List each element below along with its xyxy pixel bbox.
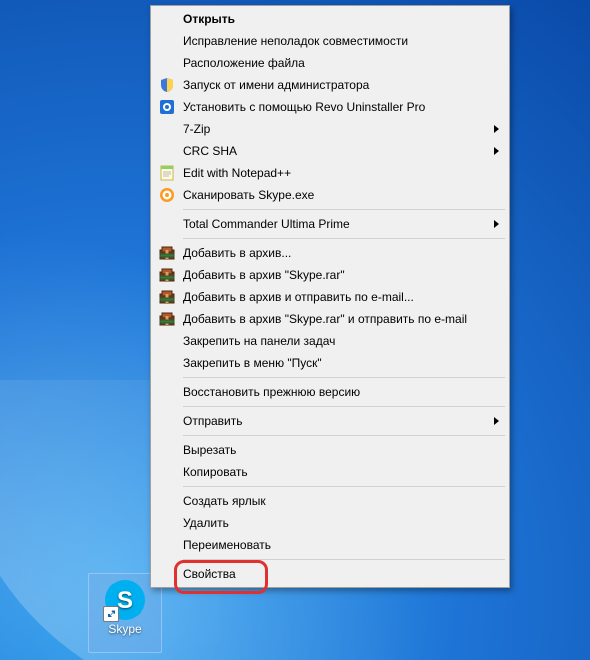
menu-item-label: Расположение файла	[183, 56, 305, 70]
menu-item-label: CRC SHA	[183, 144, 237, 158]
menu-item[interactable]: Открыть	[153, 8, 507, 30]
menu-item-label: Переименовать	[183, 538, 271, 552]
menu-item[interactable]: 7-Zip	[153, 118, 507, 140]
menu-item[interactable]: Сканировать Skype.exe	[153, 184, 507, 206]
menu-item[interactable]: Добавить в архив "Skype.rar"	[153, 264, 507, 286]
menu-item[interactable]: Удалить	[153, 512, 507, 534]
menu-item[interactable]: Отправить	[153, 410, 507, 432]
menu-item-label: Добавить в архив и отправить по e-mail..…	[183, 290, 414, 304]
menu-separator	[183, 209, 505, 210]
menu-item-label: Закрепить на панели задач	[183, 334, 335, 348]
winrar-icon	[159, 289, 175, 305]
menu-item-label: Открыть	[183, 12, 235, 26]
desktop: S Skype Открыть Исправление неполадок сов…	[0, 0, 590, 660]
menu-item-label: Запуск от имени администратора	[183, 78, 369, 92]
menu-separator	[183, 406, 505, 407]
menu-item[interactable]: Установить с помощью Revo Uninstaller Pr…	[153, 96, 507, 118]
menu-item-label: Создать ярлык	[183, 494, 266, 508]
menu-item-label: Добавить в архив...	[183, 246, 291, 260]
submenu-arrow-icon	[494, 220, 499, 228]
scan-icon	[159, 187, 175, 203]
menu-item-label: Восстановить прежнюю версию	[183, 385, 360, 399]
menu-item[interactable]: Свойства	[153, 563, 507, 585]
shortcut-arrow-icon	[103, 606, 119, 622]
menu-item-label: Total Commander Ultima Prime	[183, 217, 350, 231]
menu-separator	[183, 238, 505, 239]
menu-separator	[183, 435, 505, 436]
menu-item-label: Исправление неполадок совместимости	[183, 34, 408, 48]
menu-separator	[183, 486, 505, 487]
menu-item-label: 7-Zip	[183, 122, 210, 136]
menu-item[interactable]: Расположение файла	[153, 52, 507, 74]
menu-item[interactable]: Total Commander Ultima Prime	[153, 213, 507, 235]
menu-item-label: Добавить в архив "Skype.rar"	[183, 268, 345, 282]
menu-item-label: Сканировать Skype.exe	[183, 188, 314, 202]
menu-item-label: Удалить	[183, 516, 229, 530]
menu-item[interactable]: Запуск от имени администратора	[153, 74, 507, 96]
menu-item-label: Копировать	[183, 465, 248, 479]
menu-item[interactable]: Закрепить на панели задач	[153, 330, 507, 352]
desktop-shortcut-label: Skype	[89, 622, 161, 636]
menu-item[interactable]: Копировать	[153, 461, 507, 483]
menu-separator	[183, 377, 505, 378]
menu-item[interactable]: Исправление неполадок совместимости	[153, 30, 507, 52]
menu-separator	[183, 559, 505, 560]
svg-text:S: S	[117, 587, 133, 614]
menu-item[interactable]: Добавить в архив...	[153, 242, 507, 264]
menu-item-label: Установить с помощью Revo Uninstaller Pr…	[183, 100, 425, 114]
menu-item-label: Вырезать	[183, 443, 236, 457]
menu-item[interactable]: Переименовать	[153, 534, 507, 556]
revo-icon	[159, 99, 175, 115]
context-menu: Открыть Исправление неполадок совместимос…	[150, 5, 510, 588]
skype-icon: S	[103, 578, 147, 622]
menu-item[interactable]: Вырезать	[153, 439, 507, 461]
winrar-icon	[159, 267, 175, 283]
menu-item[interactable]: Создать ярлык	[153, 490, 507, 512]
menu-item[interactable]: Добавить в архив и отправить по e-mail..…	[153, 286, 507, 308]
submenu-arrow-icon	[494, 125, 499, 133]
shield-icon	[159, 77, 175, 93]
submenu-arrow-icon	[494, 147, 499, 155]
menu-item-label: Закрепить в меню "Пуск"	[183, 356, 322, 370]
menu-item[interactable]: Восстановить прежнюю версию	[153, 381, 507, 403]
notepad-icon	[159, 165, 175, 181]
winrar-icon	[159, 311, 175, 327]
menu-item[interactable]: Добавить в архив "Skype.rar" и отправить…	[153, 308, 507, 330]
menu-item-label: Edit with Notepad++	[183, 166, 291, 180]
menu-item[interactable]: CRC SHA	[153, 140, 507, 162]
menu-item[interactable]: Edit with Notepad++	[153, 162, 507, 184]
menu-item-label: Свойства	[183, 567, 236, 581]
submenu-arrow-icon	[494, 417, 499, 425]
menu-item[interactable]: Закрепить в меню "Пуск"	[153, 352, 507, 374]
winrar-icon	[159, 245, 175, 261]
menu-item-label: Отправить	[183, 414, 243, 428]
menu-item-label: Добавить в архив "Skype.rar" и отправить…	[183, 312, 467, 326]
